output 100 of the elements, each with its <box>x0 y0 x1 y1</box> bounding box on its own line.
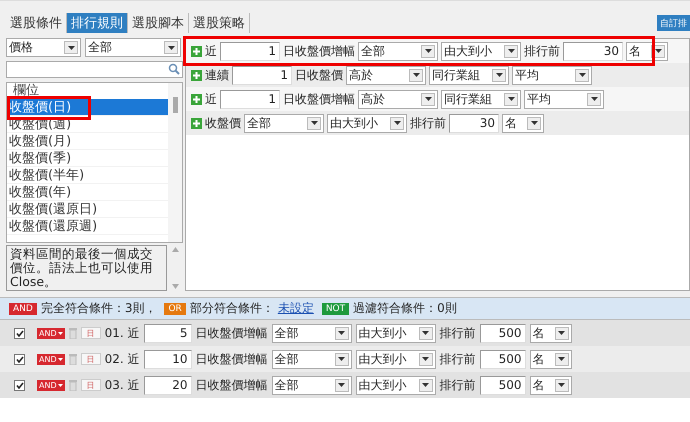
logic-dropdown[interactable]: AND <box>37 380 65 390</box>
dropdown[interactable]: 全部 <box>272 350 352 368</box>
number-field[interactable]: 30 <box>449 114 499 132</box>
rule-text: 日收盤價增幅 <box>196 376 268 394</box>
tab[interactable]: 選股策略 <box>189 13 250 33</box>
number-field[interactable]: 500 <box>480 376 526 394</box>
period-button[interactable]: 日 <box>80 353 101 365</box>
list-item[interactable]: 收盤價(月) <box>7 132 168 150</box>
list-item[interactable]: 收盤價(季) <box>7 150 168 167</box>
description-text: 資料區間的最後一個成交價位。語法上也可以使用Close。 <box>6 245 167 291</box>
dropdown[interactable]: 平均 <box>524 90 604 108</box>
number-field[interactable]: 1 <box>220 42 280 60</box>
caret-icon <box>338 383 346 387</box>
caret-icon <box>424 97 432 101</box>
scope-dropdown[interactable]: 全部 <box>85 38 181 57</box>
rule-text: 日收盤價增幅 <box>283 90 355 108</box>
dropdown[interactable]: 名 <box>626 42 668 60</box>
caret-icon <box>168 46 174 50</box>
dropdown[interactable]: 高於 <box>358 90 438 108</box>
dropdown[interactable]: 名 <box>530 350 572 368</box>
number-field[interactable]: 1 <box>220 90 280 108</box>
number-field[interactable]: 5 <box>144 324 192 342</box>
rule-text: 排行前 <box>440 324 476 342</box>
number-field[interactable]: 1 <box>232 66 292 84</box>
search-icon <box>168 63 180 76</box>
add-icon[interactable] <box>191 118 202 128</box>
dropdown[interactable]: 同行業組 <box>429 66 509 84</box>
rule-text: 排行前 <box>440 376 476 394</box>
rule-text: 排行前 <box>524 42 560 60</box>
list-item[interactable]: 收盤價(年) <box>7 184 168 201</box>
number-field[interactable]: 30 <box>563 42 623 60</box>
logic-badge: AND <box>9 302 37 314</box>
rule-text: 02. 近 <box>104 350 140 368</box>
dropdown[interactable]: 由大到小 <box>356 376 436 394</box>
caret-icon <box>58 358 63 360</box>
period-button[interactable]: 日 <box>80 327 101 339</box>
rule-text: 連續 <box>205 66 229 84</box>
rule-text: 日收盤價增幅 <box>196 350 268 368</box>
dropdown[interactable]: 由大到小 <box>356 324 436 342</box>
summary-text: 部分符合條件： <box>190 300 274 317</box>
unset-link[interactable]: 未設定 <box>278 300 314 317</box>
logic-dropdown[interactable]: AND <box>37 354 65 364</box>
scroll-down-icon[interactable] <box>172 284 178 289</box>
caret-icon <box>508 49 514 53</box>
rule-text: 收盤價 <box>205 114 241 132</box>
number-field[interactable]: 500 <box>480 324 526 342</box>
dropdown[interactable]: 同行業組 <box>441 90 521 108</box>
dropdown[interactable]: 高於 <box>346 66 426 84</box>
caret-icon <box>590 97 598 101</box>
number-field[interactable]: 10 <box>144 350 192 368</box>
checkbox[interactable] <box>14 380 25 390</box>
rule-text: 01. 近 <box>104 324 140 342</box>
check-icon <box>16 330 24 336</box>
logic-badge: OR <box>164 302 186 314</box>
dropdown[interactable]: 全部 <box>244 114 324 132</box>
dropdown[interactable]: 由大到小 <box>441 42 521 60</box>
rule-text: 日收盤價增幅 <box>283 42 355 60</box>
dropdown[interactable]: 全部 <box>358 42 438 60</box>
dropdown[interactable]: 由大到小 <box>356 350 436 368</box>
scrollbar-thumb[interactable] <box>172 96 178 113</box>
list-header: 欄位 <box>12 82 40 99</box>
scroll-up-icon[interactable] <box>172 247 178 252</box>
dropdown[interactable]: 名 <box>530 324 572 342</box>
add-icon[interactable] <box>191 70 202 80</box>
caret-icon <box>496 73 502 77</box>
trash-icon[interactable] <box>68 354 77 364</box>
period-button[interactable]: 日 <box>80 379 101 391</box>
dropdown[interactable]: 名 <box>502 114 544 132</box>
logic-dropdown[interactable]: AND <box>37 328 65 338</box>
summary-text: 過濾符合條件：0則 <box>353 300 457 317</box>
caret-icon <box>422 357 430 361</box>
add-icon[interactable] <box>191 46 202 56</box>
list-item[interactable]: 收盤價(半年) <box>7 166 168 184</box>
search-field[interactable] <box>6 61 183 78</box>
number-field[interactable]: 500 <box>480 350 526 368</box>
caret-icon <box>68 46 74 50</box>
caret-icon <box>310 121 318 125</box>
check-icon <box>16 382 24 388</box>
list-item[interactable]: 收盤價(還原週) <box>7 218 168 235</box>
dropdown[interactable]: 名 <box>530 376 572 394</box>
caret-icon <box>58 384 63 386</box>
add-icon[interactable] <box>191 94 202 104</box>
rule-text: 近 <box>205 90 217 108</box>
caret-icon <box>530 121 538 125</box>
category-dropdown[interactable]: 價格 <box>6 38 81 57</box>
rule-text: 排行前 <box>440 350 476 368</box>
tab[interactable]: 選股腳本 <box>128 13 189 33</box>
dropdown[interactable]: 全部 <box>272 324 352 342</box>
dropdown[interactable]: 平均 <box>512 66 592 84</box>
number-field[interactable]: 20 <box>144 376 192 394</box>
dropdown[interactable]: 由大到小 <box>327 114 407 132</box>
dropdown[interactable]: 全部 <box>272 376 352 394</box>
checkbox[interactable] <box>14 354 25 364</box>
checkbox[interactable] <box>14 328 25 338</box>
list-item[interactable]: 收盤價(還原日) <box>7 200 168 218</box>
custom-ranking-button[interactable]: 自訂排 <box>657 15 690 31</box>
caret-icon <box>558 331 566 335</box>
rule-text: 03. 近 <box>104 376 140 394</box>
tab[interactable]: 排行規則 <box>67 13 128 33</box>
caret-icon <box>654 49 662 53</box>
